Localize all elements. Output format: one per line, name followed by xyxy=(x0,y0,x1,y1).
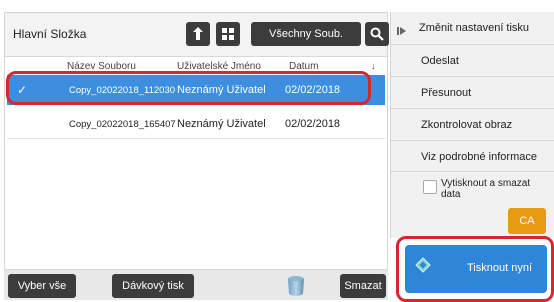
column-header-date[interactable]: Datum xyxy=(289,61,318,71)
file-user: Neznámý Uživatel xyxy=(177,118,266,130)
file-name: Copy_02022018_165407 xyxy=(69,119,176,130)
menu-label: Zkontrolovat obraz xyxy=(421,119,513,131)
file-row[interactable]: Copy_02022018_165407 Neznámý Uživatel 02… xyxy=(7,109,385,139)
folder-up-button[interactable] xyxy=(186,22,210,46)
print-and-delete-checkbox[interactable] xyxy=(423,180,437,194)
print-and-delete-label: Vytisknout a smazat data xyxy=(441,178,531,200)
menu-label: Odeslat xyxy=(421,55,459,67)
batch-print-button[interactable]: Dávkový tisk xyxy=(112,274,194,298)
menu-check-image[interactable]: Zkontrolovat obraz xyxy=(391,108,554,140)
file-date: 02/02/2018 xyxy=(285,118,341,130)
print-now-label: Tisknout nyní xyxy=(467,262,533,274)
menu-label: Přesunout xyxy=(421,87,472,99)
sort-indicator: ↓ xyxy=(371,61,376,71)
action-menu-panel: Změnit nastavení tisku Odeslat Přesunout… xyxy=(390,12,554,238)
file-list-header: Hlavní Složka Všechny Soub. xyxy=(5,13,389,57)
file-list-panel: Hlavní Složka Všechny Soub. Název Soubor… xyxy=(4,12,389,270)
menu-change-print-settings[interactable]: Změnit nastavení tisku xyxy=(391,14,554,44)
selected-row-highlight xyxy=(6,71,371,105)
file-actions-bar: Vyber vše Dávkový tisk Smazat xyxy=(4,270,388,300)
up-arrow-icon xyxy=(193,27,203,40)
delete-button[interactable]: Smazat xyxy=(340,274,386,298)
ca-button[interactable]: CA xyxy=(508,208,546,234)
menu-view-details[interactable]: Viz podrobné informace xyxy=(391,140,554,172)
trash-icon xyxy=(288,276,304,296)
print-and-delete-option[interactable]: Vytisknout a smazat data xyxy=(391,174,554,204)
column-header-name[interactable]: Název Souboru xyxy=(67,61,136,71)
search-icon xyxy=(370,27,384,41)
print-job-screen: Hlavní Složka Všechny Soub. Název Soubor… xyxy=(0,0,554,302)
grid-icon xyxy=(222,28,234,40)
menu-label: Viz podrobné informace xyxy=(421,151,537,163)
column-header-user[interactable]: Uživatelské Jméno xyxy=(177,61,261,71)
print-now-button[interactable]: Tisknout nyní xyxy=(405,245,547,293)
column-headers: Název Souboru Uživatelské Jméno Datum ↓ xyxy=(5,57,385,71)
search-button[interactable] xyxy=(365,22,389,46)
menu-label: Změnit nastavení tisku xyxy=(419,22,530,34)
file-filter-button[interactable]: Všechny Soub. xyxy=(251,22,361,46)
start-diamond-icon xyxy=(415,257,431,273)
select-all-button[interactable]: Vyber vše xyxy=(8,274,76,298)
menu-send[interactable]: Odeslat xyxy=(391,44,554,76)
thumbnail-view-button[interactable] xyxy=(216,22,240,46)
folder-title: Hlavní Složka xyxy=(13,27,87,41)
menu-move[interactable]: Přesunout xyxy=(391,76,554,108)
